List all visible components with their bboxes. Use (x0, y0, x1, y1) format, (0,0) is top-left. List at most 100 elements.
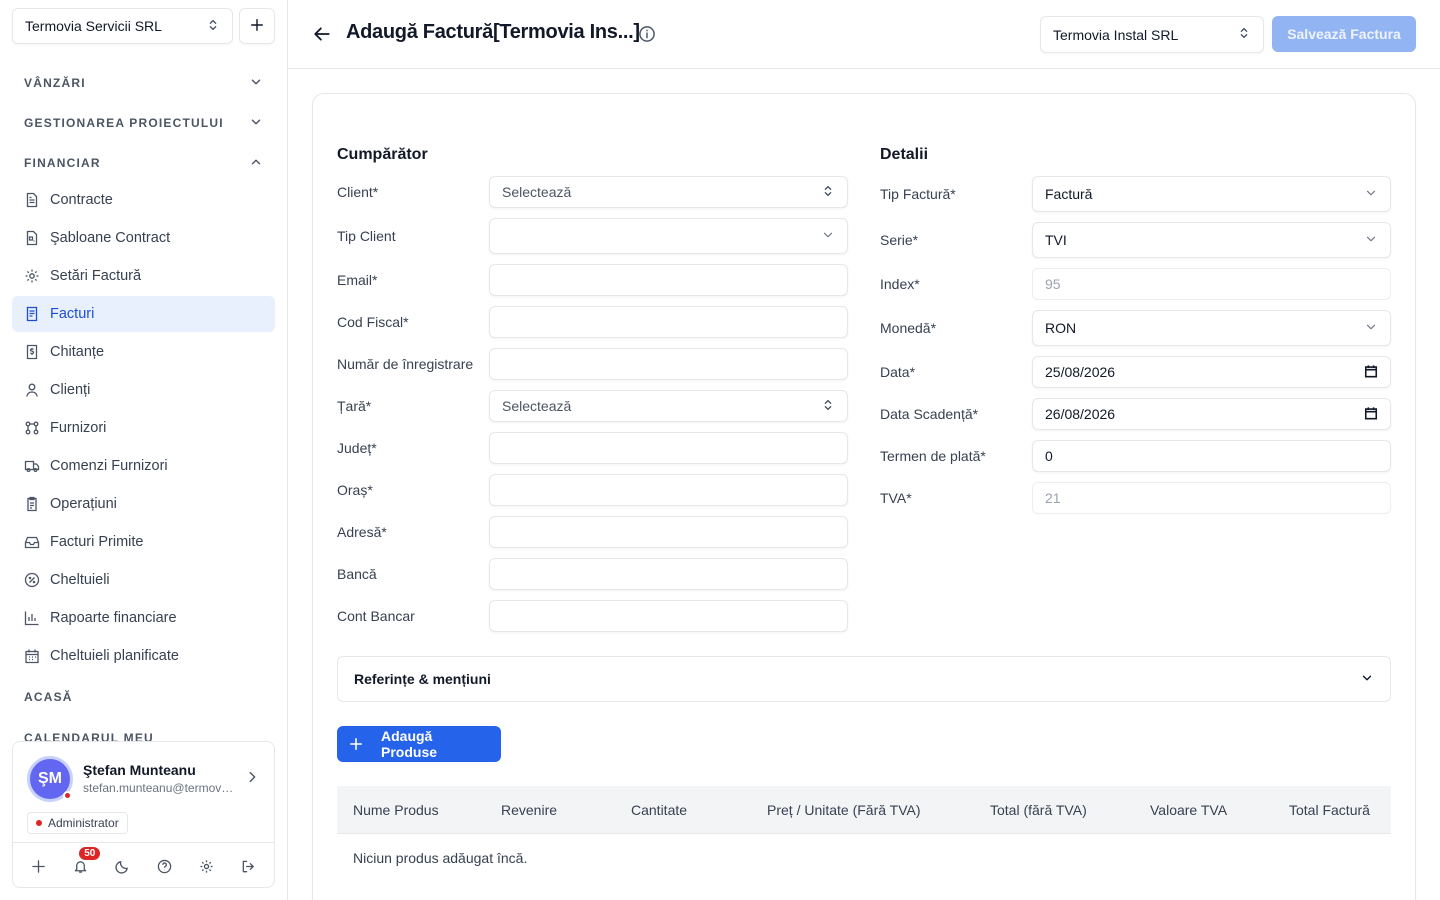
section-financiar[interactable]: FINANCIAR (12, 147, 275, 179)
chevron-down-icon (1360, 671, 1374, 688)
details-section-title: Detalii (880, 146, 929, 163)
info-icon[interactable] (638, 25, 656, 46)
nr-inregistrare-field[interactable] (489, 348, 848, 380)
col-valoare-tva[interactable]: Valoare TVA (1150, 802, 1227, 818)
sidebar-item-facturi-primite[interactable]: Facturi Primite (12, 524, 275, 560)
bell-icon[interactable]: 50 (65, 845, 103, 881)
moon-icon[interactable] (107, 851, 137, 881)
chevron-updown-icon (821, 398, 835, 415)
moneda-label: Monedă* (880, 320, 937, 336)
serie-label: Serie* (880, 232, 919, 248)
save-invoice-button[interactable]: Salvează Factura (1272, 16, 1416, 52)
file-text-icon (24, 192, 40, 208)
topbar: Adaugă Factură[Termovia Ins...] Termovia… (288, 0, 1440, 69)
email-field[interactable] (489, 264, 848, 296)
help-icon[interactable] (150, 851, 180, 881)
sidebar-item-label: Rapoarte financiare (50, 610, 177, 626)
section-proiect[interactable]: GESTIONAREA PROIECTULUI (12, 107, 275, 139)
calendar-icon[interactable] (1364, 364, 1378, 381)
col-revenire[interactable]: Revenire (501, 802, 557, 818)
tip-client-select[interactable] (489, 218, 848, 254)
role-dot (36, 820, 42, 826)
avatar-initials: ŞM (38, 770, 62, 787)
chevron-updown-icon (206, 18, 220, 35)
chevron-right-icon[interactable] (245, 770, 259, 787)
sidebar-item-label: Comenzi Furnizori (50, 458, 168, 474)
logout-icon[interactable] (234, 851, 264, 881)
email-label: Email* (337, 272, 378, 288)
sidebar-item-setari-factura[interactable]: Setări Factură (12, 258, 275, 294)
sidebar-item-furnizori[interactable]: Furnizori (12, 410, 275, 446)
chevron-down-icon (1364, 320, 1378, 337)
invoice-icon (24, 306, 40, 322)
data-field[interactable]: 25/08/2026 (1032, 356, 1391, 388)
oras-field[interactable] (489, 474, 848, 506)
col-cantitate[interactable]: Cantitate (631, 802, 687, 818)
network-icon (24, 420, 40, 436)
tip-client-label: Tip Client (337, 228, 396, 244)
moneda-select[interactable]: RON (1032, 310, 1391, 346)
banca-label: Bancă (337, 566, 377, 582)
add-products-button[interactable]: Adaugă Produse (337, 726, 501, 762)
tip-factura-value: Factură (1045, 186, 1093, 202)
references-label: Referințe & mențiuni (354, 671, 491, 687)
section-acasa[interactable]: ACASĂ (12, 681, 275, 713)
cod-fiscal-field[interactable] (489, 306, 848, 338)
user-name: Ştefan Munteanu (83, 762, 196, 778)
tara-select-value: Selectează (502, 398, 572, 414)
calendar-icon[interactable] (1364, 406, 1378, 423)
section-financiar-label: FINANCIAR (24, 156, 101, 170)
references-accordion[interactable]: Referințe & mențiuni (337, 656, 1391, 702)
user-email: stefan.munteanu@termovia.ro (83, 781, 235, 795)
company-select[interactable]: Termovia Servicii SRL (12, 8, 233, 44)
user-card[interactable]: ŞM Ştefan Munteanu stefan.munteanu@termo… (12, 741, 275, 888)
tva-field: 21 (1032, 482, 1391, 514)
col-total-fara-tva[interactable]: Total (fără TVA) (990, 802, 1087, 818)
receipt-icon (24, 344, 40, 360)
sidebar-item-label: Contracte (50, 192, 113, 208)
back-arrow-icon[interactable] (310, 22, 334, 46)
termen-value: 0 (1045, 448, 1053, 464)
sidebar-item-comenzi-furnizori[interactable]: Comenzi Furnizori (12, 448, 275, 484)
sidebar-item-chitante[interactable]: Chitanțe (12, 334, 275, 370)
sidebar-item-cheltuieli[interactable]: Cheltuieli (12, 562, 275, 598)
cont-bancar-label: Cont Bancar (337, 608, 415, 624)
tara-select[interactable]: Selectează (489, 390, 848, 422)
cont-bancar-field[interactable] (489, 600, 848, 632)
client-select[interactable]: Selectează (489, 176, 848, 208)
banca-field[interactable] (489, 558, 848, 590)
nr-inregistrare-label: Număr de înregistrare (337, 356, 474, 372)
sidebar-item-label: Facturi Primite (50, 534, 144, 550)
table-empty-message: Niciun produs adăugat încă. (353, 850, 528, 866)
tva-label: TVA* (880, 490, 912, 506)
notification-badge: 50 (77, 845, 103, 862)
adresa-field[interactable] (489, 516, 848, 548)
issuer-select[interactable]: Termovia Instal SRL (1040, 16, 1264, 53)
tip-factura-select[interactable]: Factură (1032, 176, 1391, 212)
sidebar-item-sabloane[interactable]: Şabloane Contract (12, 220, 275, 256)
plus-icon[interactable] (23, 851, 53, 881)
section-vanzari[interactable]: VÂNZĂRI (12, 67, 275, 99)
sidebar-item-cheltuieli-planificate[interactable]: Cheltuieli planificate (12, 638, 275, 674)
sidebar-item-label: Cheltuieli planificate (50, 648, 179, 664)
col-total-factura[interactable]: Total Factură (1289, 802, 1370, 818)
gear-icon[interactable] (192, 851, 222, 881)
serie-value: TVI (1045, 232, 1067, 248)
judet-field[interactable] (489, 432, 848, 464)
sidebar-item-contracte[interactable]: Contracte (12, 182, 275, 218)
scadenta-label: Data Scadență* (880, 406, 979, 422)
sidebar-item-facturi[interactable]: Facturi (12, 296, 275, 332)
add-company-button[interactable] (239, 8, 275, 44)
sidebar-item-clienti[interactable]: Clienți (12, 372, 275, 408)
termen-field[interactable]: 0 (1032, 440, 1391, 472)
serie-select[interactable]: TVI (1032, 222, 1391, 258)
col-nume-produs[interactable]: Nume Produs (353, 802, 439, 818)
section-calendar[interactable]: CALENDARUL MEU (12, 721, 275, 741)
sidebar-item-rapoarte[interactable]: Rapoarte financiare (12, 600, 275, 636)
scadenta-field[interactable]: 26/08/2026 (1032, 398, 1391, 430)
products-table-header: Nume Produs Revenire Cantitate Preț / Un… (337, 786, 1391, 834)
invoice-form-card: Cumpărător Client* Selectează Tip Client… (312, 93, 1416, 900)
sidebar-item-operatiuni[interactable]: Operațiuni (12, 486, 275, 522)
sidebar-item-label: Clienți (50, 382, 91, 398)
col-pret-unitate[interactable]: Preț / Unitate (Fără TVA) (767, 802, 921, 818)
